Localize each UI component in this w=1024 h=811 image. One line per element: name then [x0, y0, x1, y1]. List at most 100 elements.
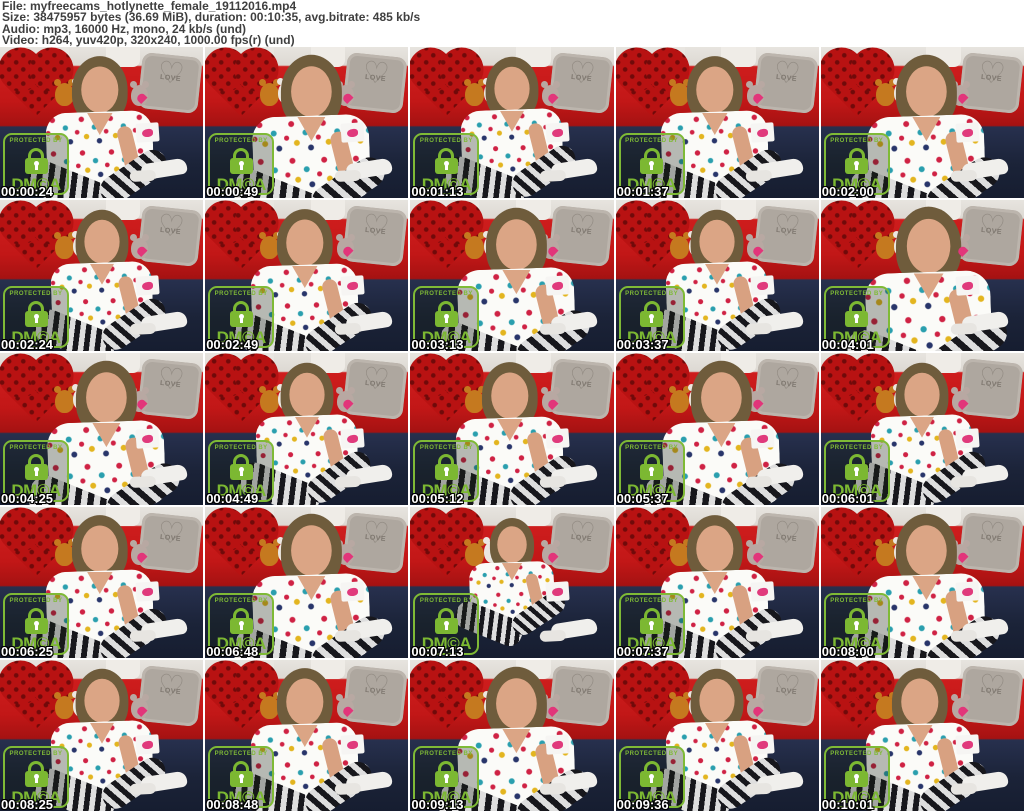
video-thumbnail: ♡ LOVE PROTECTED BY — [820, 47, 1024, 199]
lock-icon — [24, 454, 48, 481]
video-thumbnail: ♡ LOVE PROTECTED BY — [205, 659, 409, 811]
dmca-protected-by-text: PROTECTED BY — [625, 444, 679, 451]
white-card — [750, 275, 775, 296]
lock-icon — [845, 147, 869, 174]
white-card — [545, 121, 570, 143]
lock-icon — [845, 301, 869, 328]
lock-icon — [24, 301, 48, 328]
timestamp-overlay: 00:00:49 — [206, 184, 259, 199]
figure-face — [497, 526, 527, 564]
figure-face — [701, 372, 742, 423]
thumbnail-scene: ♡ LOVE PROTECTED BY — [0, 47, 204, 199]
lock-icon — [434, 454, 458, 481]
thumbnail-scene: ♡ LOVE PROTECTED BY — [0, 200, 204, 352]
timestamp-overlay: 00:03:13 — [411, 337, 464, 352]
figure-face — [286, 219, 324, 266]
thumbnail-scene: ♡ LOVE PROTECTED BY — [205, 47, 409, 199]
video-thumbnail: ♡ LOVE PROTECTED BY — [615, 506, 819, 658]
contact-sheet: { "header": { "file": "File: myfreecams_… — [0, 0, 1024, 811]
timestamp-overlay: 00:06:25 — [1, 643, 54, 658]
thumbnail-scene: ♡ LOVE PROTECTED BY — [820, 353, 1024, 505]
timestamp-overlay: 00:08:00 — [821, 643, 874, 658]
white-card — [955, 581, 980, 602]
lock-icon — [640, 301, 664, 328]
lock-icon — [434, 301, 458, 328]
timestamp-overlay: 00:07:37 — [616, 643, 669, 658]
white-card — [750, 428, 775, 449]
figure-face — [907, 218, 951, 274]
dmca-protected-by-text: PROTECTED BY — [9, 138, 63, 145]
dmca-protected-by-text: PROTECTED BY — [214, 750, 268, 757]
figure-face — [289, 372, 325, 417]
lock-icon — [229, 607, 253, 634]
figure-face — [496, 678, 537, 730]
timestamp-overlay: 00:01:13 — [411, 184, 464, 199]
lock-icon — [640, 454, 664, 481]
timestamp-overlay: 00:02:24 — [1, 337, 54, 352]
lock-icon — [640, 607, 664, 634]
dmca-protected-by-text: PROTECTED BY — [419, 597, 473, 604]
white-card — [134, 581, 160, 602]
dmca-protected-by-text: PROTECTED BY — [625, 138, 679, 145]
white-card — [134, 275, 160, 296]
dmca-protected-by-text: PROTECTED BY — [830, 597, 884, 604]
video-thumbnail: ♡ LOVE PROTECTED BY — [410, 659, 614, 811]
thumbnail-scene: ♡ LOVE PROTECTED BY — [410, 200, 614, 352]
thumbnail-scene: ♡ LOVE PROTECTED BY — [615, 659, 819, 811]
lock-icon — [640, 147, 664, 174]
lock-icon — [229, 147, 253, 174]
dmca-protected-by-text: PROTECTED BY — [214, 291, 268, 298]
dmca-protected-by-text: PROTECTED BY — [214, 138, 268, 145]
video-thumbnail: ♡ LOVE PROTECTED BY — [0, 659, 204, 811]
thumbnail-scene: ♡ LOVE PROTECTED BY — [0, 659, 204, 811]
dmca-protected-by-text: PROTECTED BY — [419, 750, 473, 757]
white-card — [134, 428, 160, 449]
video-thumbnail: ♡ LOVE PROTECTED BY — [205, 506, 409, 658]
white-card — [134, 121, 160, 143]
dmca-protected-by-text: PROTECTED BY — [9, 750, 63, 757]
white-card — [545, 581, 570, 602]
dmca-protected-by-text: PROTECTED BY — [9, 597, 63, 604]
thumbnail-scene: ♡ LOVE PROTECTED BY — [205, 506, 409, 658]
dmca-protected-by-text: PROTECTED BY — [830, 750, 884, 757]
timestamp-overlay: 00:07:13 — [411, 643, 464, 658]
video-thumbnail: ♡ LOVE PROTECTED BY — [615, 659, 819, 811]
video-thumbnail: ♡ LOVE PROTECTED BY — [820, 506, 1024, 658]
lock-icon — [640, 760, 664, 787]
figure-face — [80, 525, 118, 573]
dmca-protected-by-text: PROTECTED BY — [625, 597, 679, 604]
figure-face — [80, 66, 118, 113]
white-card — [955, 275, 980, 296]
white-card — [340, 428, 365, 449]
timestamp-overlay: 00:00:24 — [1, 184, 54, 199]
white-card — [545, 275, 570, 296]
video-thumbnail: ♡ LOVE PROTECTED BY — [0, 200, 204, 352]
lock-icon — [845, 607, 869, 634]
white-card — [340, 121, 365, 143]
thumbnail-scene: ♡ LOVE PROTECTED BY — [205, 353, 409, 505]
lock-icon — [845, 760, 869, 787]
thumbnail-scene: ♡ LOVE PROTECTED BY — [410, 47, 614, 199]
figure-face — [696, 66, 734, 113]
white-card — [955, 121, 980, 143]
thumbnail-scene: ♡ LOVE PROTECTED BY — [820, 200, 1024, 352]
thumbnail-scene: ♡ LOVE PROTECTED BY — [0, 353, 204, 505]
dmca-protected-by-text: PROTECTED BY — [625, 750, 679, 757]
figure-face — [496, 218, 537, 270]
figure-face — [906, 65, 948, 117]
video-thumbnail: ♡ LOVE PROTECTED BY — [820, 200, 1024, 352]
video-info-line: Video: h264, yuv420p, 320x240, 1000.00 f… — [2, 33, 295, 48]
timestamp-overlay: 00:04:25 — [1, 490, 54, 505]
timestamp-overlay: 00:10:01 — [821, 796, 874, 811]
dmca-protected-by-text: PROTECTED BY — [9, 291, 63, 298]
white-card — [340, 275, 365, 296]
timestamp-overlay: 00:04:01 — [821, 337, 874, 352]
figure-face — [286, 678, 324, 726]
thumbnail-scene: ♡ LOVE PROTECTED BY — [205, 200, 409, 352]
video-thumbnail: ♡ LOVE PROTECTED BY — [0, 47, 204, 199]
lock-icon — [229, 760, 253, 787]
figure-face — [699, 219, 735, 264]
figure-face — [491, 372, 529, 419]
video-thumbnail: ♡ LOVE PROTECTED BY — [205, 47, 409, 199]
dmca-protected-by-text: PROTECTED BY — [830, 138, 884, 145]
